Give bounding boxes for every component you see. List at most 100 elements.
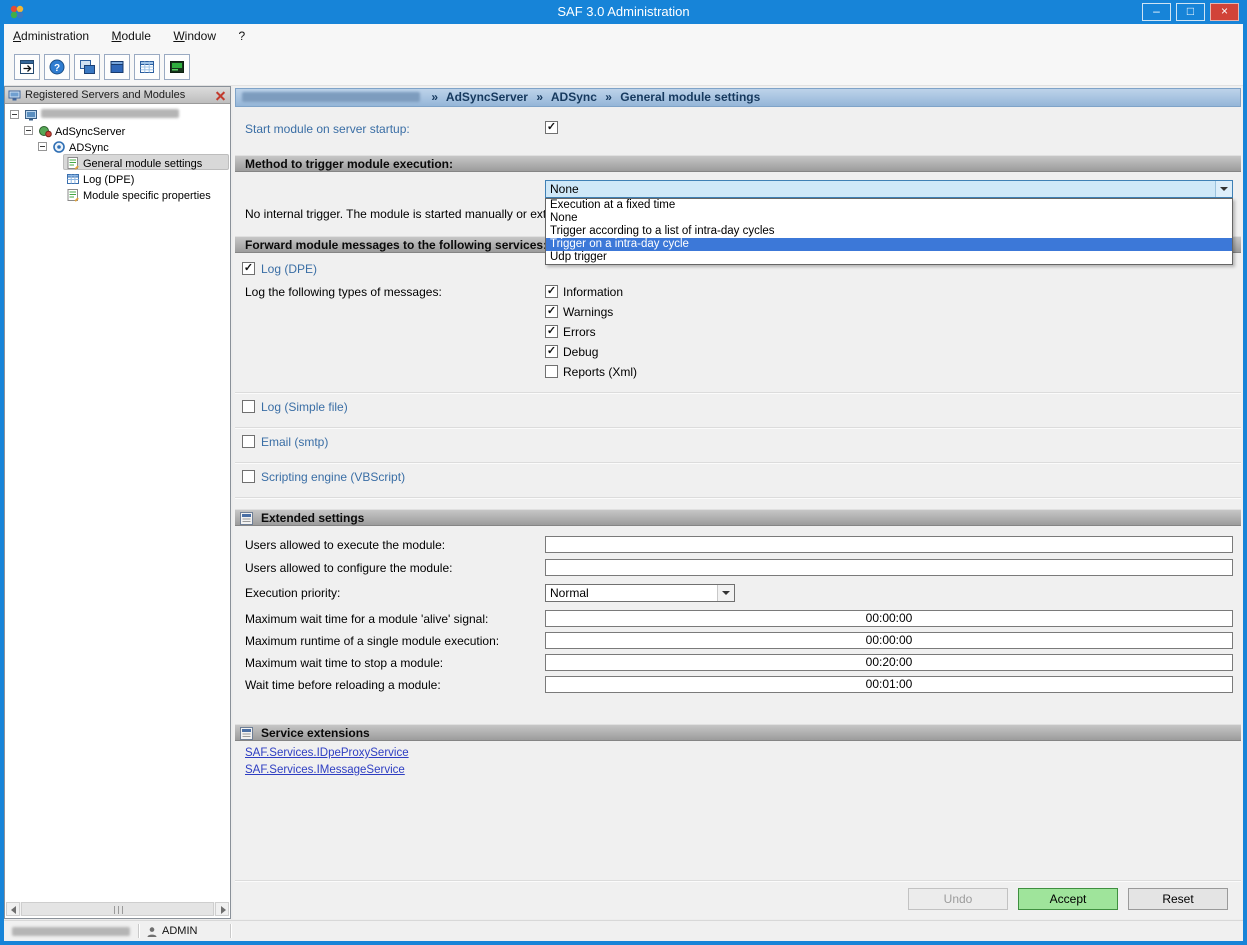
tree-item-adsync[interactable]: ADSync	[69, 141, 109, 155]
svg-text:?: ?	[54, 63, 60, 74]
dropdown-option[interactable]: Trigger according to a list of intra-day…	[546, 225, 1232, 238]
grid-view-icon[interactable]	[134, 54, 160, 80]
reset-button[interactable]: Reset	[1128, 888, 1228, 910]
max-runtime-input[interactable]: 00:00:00	[545, 632, 1233, 649]
tree-item-log-dpe[interactable]: Log (DPE)	[83, 173, 134, 187]
dropdown-option[interactable]: Execution at a fixed time	[546, 199, 1232, 212]
titlebar: SAF 3.0 Administration – □ ×	[0, 0, 1247, 24]
properties-form-icon	[66, 188, 80, 202]
dpe-proxy-service-link[interactable]: SAF.Services.IDpeProxyService	[245, 746, 409, 760]
dropdown-option[interactable]: Udp trigger	[546, 251, 1232, 264]
redacted-breadcrumb-server	[242, 92, 420, 102]
close-button[interactable]: ×	[1210, 3, 1239, 21]
scroll-right-icon[interactable]	[215, 902, 229, 916]
tree-item-adsyncserver[interactable]: AdSyncServer	[55, 125, 125, 139]
maximize-button[interactable]: □	[1176, 3, 1205, 21]
trigger-combobox-value: None	[550, 182, 579, 197]
email-smtp-checkbox[interactable]	[242, 435, 255, 448]
message-service-link[interactable]: SAF.Services.IMessageService	[245, 763, 405, 777]
divider	[235, 427, 1241, 429]
minimize-button[interactable]: –	[1142, 3, 1171, 21]
field-label: Maximum runtime of a single module execu…	[245, 634, 499, 649]
window-title: SAF 3.0 Administration	[0, 0, 1247, 23]
startup-label: Start module on server startup:	[245, 122, 410, 137]
reports-xml-checkbox[interactable]	[545, 365, 558, 378]
scripting-engine-checkbox[interactable]	[242, 470, 255, 483]
trigger-combobox[interactable]: None	[545, 180, 1233, 198]
errors-checkbox[interactable]: ✓	[545, 325, 558, 338]
tree-item-server[interactable]	[41, 109, 179, 123]
field-label: Maximum wait time for a module 'alive' s…	[245, 612, 488, 627]
tree-item-module-specific-properties[interactable]: Module specific properties	[83, 189, 211, 203]
redacted-server-name	[41, 109, 179, 118]
reload-wait-input[interactable]: 00:01:00	[545, 676, 1233, 693]
field-label: Execution priority:	[245, 586, 340, 601]
field-label: Maximum wait time to stop a module:	[245, 656, 443, 671]
accept-button[interactable]: Accept	[1018, 888, 1118, 910]
trigger-description: No internal trigger. The module is start…	[245, 207, 584, 222]
computer-icon	[24, 108, 38, 122]
menu-window[interactable]: Window	[164, 24, 225, 48]
warnings-label: Warnings	[563, 305, 613, 320]
settings-form-icon	[66, 156, 80, 170]
chevron-down-icon[interactable]	[717, 585, 734, 601]
log-simple-file-label: Log (Simple file)	[261, 400, 348, 415]
max-stop-wait-input[interactable]: 00:20:00	[545, 654, 1233, 671]
alive-signal-wait-input[interactable]: 00:00:00	[545, 610, 1233, 627]
server-module-icon	[38, 124, 52, 138]
new-window-icon[interactable]	[74, 54, 100, 80]
expander-icon[interactable]	[10, 110, 19, 119]
log-simple-file-checkbox[interactable]	[242, 400, 255, 413]
divider	[138, 924, 139, 938]
window-icon[interactable]	[104, 54, 130, 80]
divider	[235, 392, 1241, 394]
service-extensions-title: Service extensions	[261, 726, 370, 740]
console-icon[interactable]	[164, 54, 190, 80]
breadcrumb-adsyncserver[interactable]: AdSyncServer	[446, 90, 528, 104]
breadcrumb-separator: »	[605, 90, 612, 104]
log-dpe-label: Log (DPE)	[261, 262, 317, 277]
menu-module[interactable]: Module	[103, 24, 160, 48]
service-extensions-header: Service extensions	[235, 724, 1241, 741]
log-dpe-checkbox[interactable]: ✓	[242, 262, 255, 275]
startup-checkbox[interactable]: ✓	[545, 121, 558, 134]
information-checkbox[interactable]: ✓	[545, 285, 558, 298]
menu-help[interactable]: ?	[229, 24, 254, 48]
undo-button[interactable]: Undo	[908, 888, 1008, 910]
help-icon[interactable]: ?	[44, 54, 70, 80]
tree-panel-header: Registered Servers and Modules	[5, 87, 230, 104]
window-controls: – □ ×	[1142, 3, 1239, 21]
extended-section-title: Extended settings	[261, 511, 364, 525]
debug-checkbox[interactable]: ✓	[545, 345, 558, 358]
breadcrumb-adsync[interactable]: ADSync	[551, 90, 597, 104]
admin-icon	[146, 925, 158, 943]
divider	[230, 924, 231, 938]
register-server-icon[interactable]	[14, 54, 40, 80]
tree-item-general-module-settings[interactable]: General module settings	[83, 157, 202, 171]
debug-label: Debug	[563, 345, 598, 360]
tree-horizontal-scrollbar[interactable]	[6, 902, 229, 916]
dropdown-option[interactable]: None	[546, 212, 1232, 225]
trigger-dropdown-list: Execution at a fixed time None Trigger a…	[545, 198, 1233, 265]
divider	[235, 497, 1241, 499]
expander-icon[interactable]	[24, 126, 33, 135]
field-label: Users allowed to execute the module:	[245, 538, 445, 553]
toolbar: ?	[4, 49, 1243, 86]
extended-section-header: Extended settings	[235, 509, 1241, 526]
users-execute-input[interactable]	[545, 536, 1233, 553]
scrollbar-thumb[interactable]	[21, 902, 214, 916]
close-panel-icon[interactable]	[214, 89, 227, 102]
warnings-checkbox[interactable]: ✓	[545, 305, 558, 318]
collapse-icon[interactable]	[240, 727, 253, 744]
divider	[235, 462, 1241, 464]
execution-priority-select[interactable]: Normal	[545, 584, 735, 602]
users-configure-input[interactable]	[545, 559, 1233, 576]
chevron-down-icon[interactable]	[1215, 181, 1232, 197]
information-label: Information	[563, 285, 623, 300]
menu-administration[interactable]: Administration	[4, 24, 98, 48]
breadcrumb-current-page: General module settings	[620, 90, 760, 104]
scroll-left-icon[interactable]	[6, 902, 20, 916]
expander-icon[interactable]	[38, 142, 47, 151]
dropdown-option-highlighted[interactable]: Trigger on a intra-day cycle	[546, 238, 1232, 251]
collapse-icon[interactable]	[240, 512, 253, 529]
